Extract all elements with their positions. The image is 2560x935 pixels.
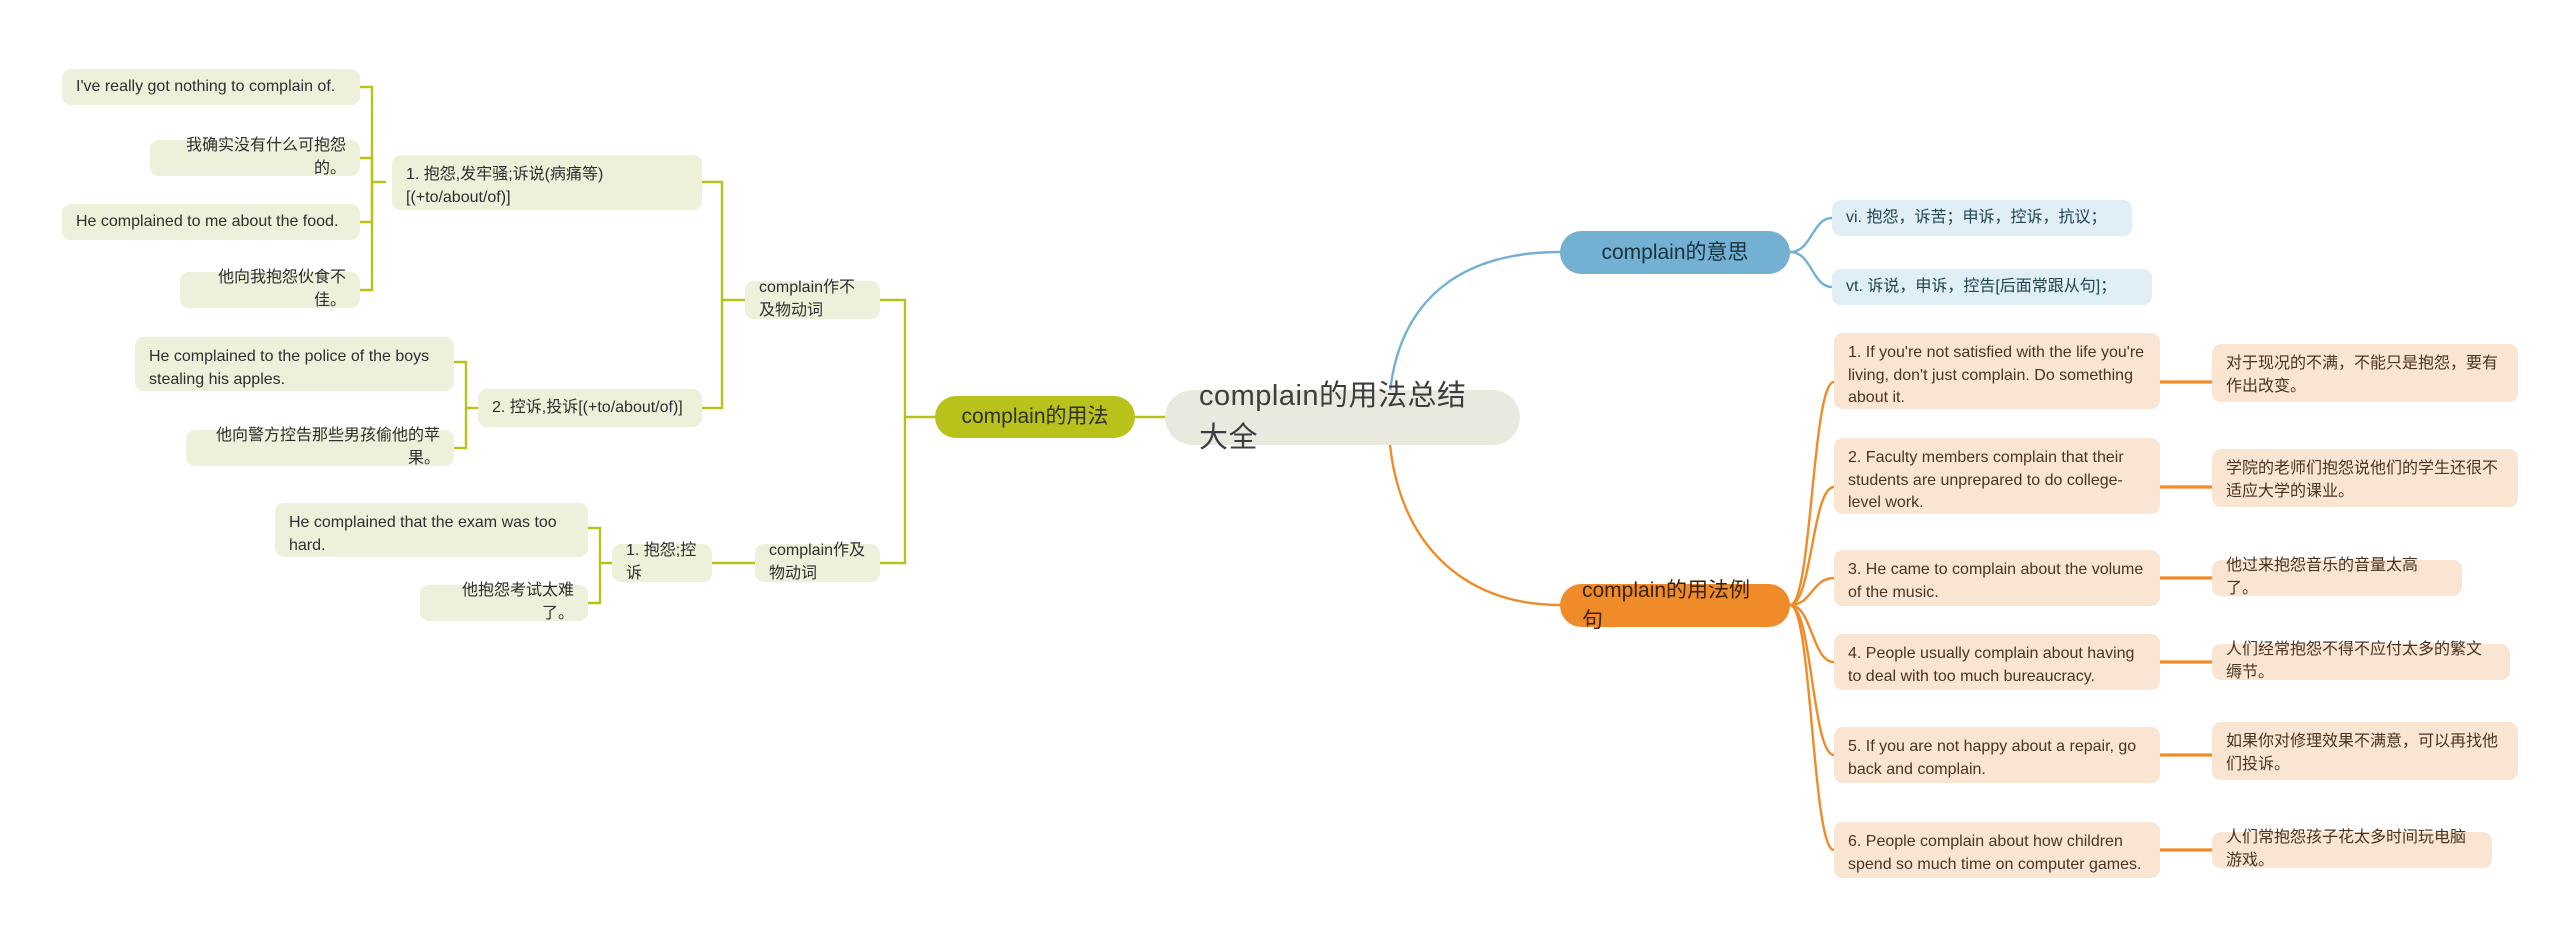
sentence-zh[interactable]: 学院的老师们抱怨说他们的学生还很不适应大学的课业。 (2212, 449, 2518, 507)
sentence-en[interactable]: 1. If you're not satisfied with the life… (1834, 333, 2160, 409)
example-zh-text: 我确实没有什么可抱怨的。 (185, 137, 346, 177)
example-en-text: He complained that the exam was too hard… (289, 514, 562, 554)
example-en-text: He complained to the police of the boys … (149, 348, 434, 388)
branch-usage-label: complain的用法 (961, 405, 1109, 429)
example-zh[interactable]: 他向警方控告那些男孩偷他的苹果。 (186, 427, 454, 467)
example-en[interactable]: He complained to me about the food. (62, 204, 360, 240)
sentence-en-text: 2. Faculty members complain that their s… (1848, 449, 2129, 512)
example-zh[interactable]: 他向我抱怨伙食不佳。 (180, 269, 360, 309)
sentence-zh-text: 学院的老师们抱怨说他们的学生还很不适应大学的课业。 (2226, 460, 2499, 500)
example-zh-text: 他抱怨考试太难了。 (461, 582, 574, 622)
sense-intransitive-2-label: 2. 控诉,投诉[(+to/about/of)] (492, 398, 683, 416)
example-en[interactable]: He complained that the exam was too hard… (275, 503, 588, 557)
example-en-text: I've really got nothing to complain of. (76, 77, 336, 95)
sentence-zh[interactable]: 对于现况的不满，不能只是抱怨，要有作出改变。 (2212, 344, 2518, 402)
example-en[interactable]: I've really got nothing to complain of. (62, 69, 360, 105)
root-label: complain的用法总结大全 (1199, 380, 1467, 454)
sentence-zh-text: 人们经常抱怨不得不应付太多的繁文缛节。 (2226, 641, 2483, 681)
sense-intransitive-2[interactable]: 2. 控诉,投诉[(+to/about/of)] (478, 389, 702, 427)
branch-usage[interactable]: complain的用法 (935, 396, 1135, 438)
sentence-en[interactable]: 5. If you are not happy about a repair, … (1834, 727, 2160, 783)
sentence-en[interactable]: 4. People usually complain about having … (1834, 634, 2160, 690)
usage-intransitive-label: complain作不及物动词 (759, 279, 856, 319)
sentence-zh[interactable]: 如果你对修理效果不满意，可以再找他们投诉。 (2212, 722, 2518, 780)
sentence-en[interactable]: 3. He came to complain about the volume … (1834, 550, 2160, 606)
sense-transitive-1-label: 1. 抱怨;控诉 (626, 542, 697, 582)
sentence-zh[interactable]: 他过来抱怨音乐的音量太高了。 (2212, 557, 2462, 597)
sentence-zh[interactable]: 人们常抱怨孩子花太多时间玩电脑游戏。 (2212, 829, 2492, 869)
meaning-item-vt-text: vt. 诉说，申诉，控告[后面常跟从句]； (1846, 277, 2117, 295)
sentence-en-text: 5. If you are not happy about a repair, … (1848, 738, 2141, 778)
usage-transitive-node[interactable]: complain作及物动词 (755, 542, 880, 582)
usage-intransitive-node[interactable]: complain作不及物动词 (745, 279, 880, 319)
meaning-item-vi[interactable]: vi. 抱怨，诉苦；申诉，控诉，抗议； (1832, 200, 2132, 236)
example-en[interactable]: He complained to the police of the boys … (135, 337, 454, 391)
sentence-en[interactable]: 6. People complain about how children sp… (1834, 822, 2160, 878)
sentence-en-text: 4. People usually complain about having … (1848, 645, 2139, 685)
sentence-en-text: 1. If you're not satisfied with the life… (1848, 344, 2149, 407)
sense-transitive-1[interactable]: 1. 抱怨;控诉 (612, 542, 712, 582)
branch-sentences[interactable]: complain的用法例句 (1560, 579, 1790, 632)
sentence-zh-text: 他过来抱怨音乐的音量太高了。 (2226, 557, 2419, 597)
meaning-item-vi-text: vi. 抱怨，诉苦；申诉，控诉，抗议； (1846, 208, 2107, 226)
mindmap-canvas: complain的用法总结大全 complain的用法 complain作不及物… (0, 0, 2560, 935)
branch-meaning-label: complain的意思 (1601, 240, 1749, 264)
meaning-item-vt[interactable]: vt. 诉说，申诉，控告[后面常跟从句]； (1832, 269, 2152, 305)
sentence-zh-text: 对于现况的不满，不能只是抱怨，要有作出改变。 (2226, 355, 2499, 395)
sentence-zh-text: 如果你对修理效果不满意，可以再找他们投诉。 (2226, 733, 2499, 773)
branch-sentences-label: complain的用法例句 (1582, 578, 1751, 632)
sentence-en-text: 3. He came to complain about the volume … (1848, 561, 2148, 601)
sentence-zh-text: 人们常抱怨孩子花太多时间玩电脑游戏。 (2226, 829, 2467, 869)
example-zh-text: 他向警方控告那些男孩偷他的苹果。 (215, 427, 440, 467)
example-en-text: He complained to me about the food. (76, 212, 339, 230)
example-zh[interactable]: 我确实没有什么可抱怨的。 (150, 137, 360, 177)
sense-intransitive-1-label: 1. 抱怨,发牢骚;诉说(病痛等)[(+to/about/of)] (406, 166, 604, 206)
example-zh-text: 他向我抱怨伙食不佳。 (217, 269, 346, 309)
sentence-en[interactable]: 2. Faculty members complain that their s… (1834, 438, 2160, 514)
example-zh[interactable]: 他抱怨考试太难了。 (420, 582, 588, 622)
usage-transitive-label: complain作及物动词 (769, 542, 866, 582)
sentence-zh[interactable]: 人们经常抱怨不得不应付太多的繁文缛节。 (2212, 641, 2510, 681)
sentence-en-text: 6. People complain about how children sp… (1848, 833, 2142, 873)
branch-meaning[interactable]: complain的意思 (1560, 231, 1790, 274)
root-node[interactable]: complain的用法总结大全 (1165, 380, 1520, 454)
sense-intransitive-1[interactable]: 1. 抱怨,发牢骚;诉说(病痛等)[(+to/about/of)] (392, 155, 702, 210)
